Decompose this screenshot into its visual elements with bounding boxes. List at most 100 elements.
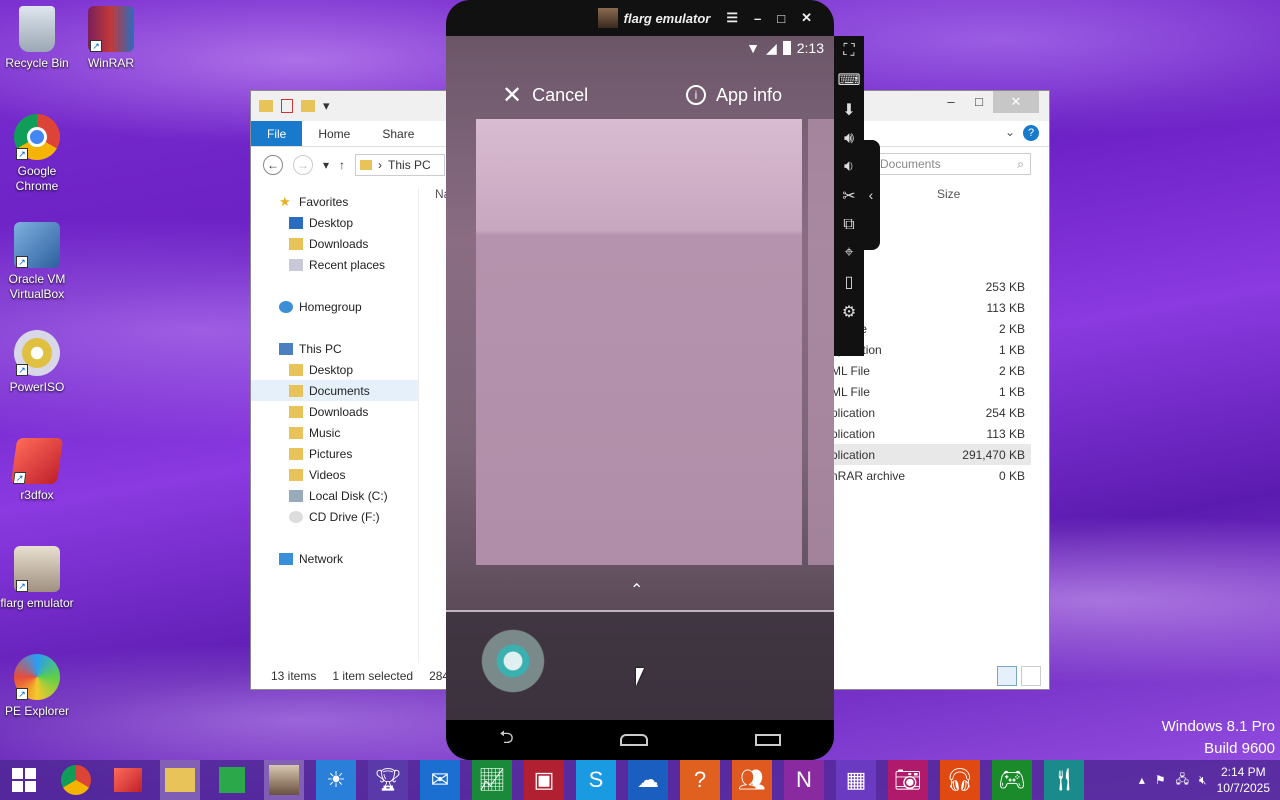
taskbar-weather[interactable]: ☀: [316, 760, 356, 800]
table-row[interactable]: nRAR archive 0 KB: [831, 465, 1031, 486]
nav-pc-local-disk[interactable]: Local Disk (C:): [251, 485, 418, 506]
taskbar-music[interactable]: 🎧︎: [940, 760, 980, 800]
new-folder-icon[interactable]: [301, 100, 315, 112]
settings-app-icon[interactable]: [478, 626, 548, 696]
taskbar-file-explorer[interactable]: [160, 760, 200, 800]
desktop-icon-pe-explorer[interactable]: ↗ PE Explorer: [0, 654, 74, 719]
forward-icon[interactable]: →: [293, 155, 313, 175]
network-icon[interactable]: 🖧︎: [1176, 770, 1189, 791]
desktop-icon-r3dfox[interactable]: ↗ r3dfox: [0, 438, 74, 503]
properties-icon[interactable]: [281, 99, 293, 113]
recent-locations-icon[interactable]: ▾: [323, 158, 329, 172]
taskbar-games[interactable]: 🏆︎: [368, 760, 408, 800]
show-hidden-icons-icon[interactable]: ▴: [1139, 773, 1145, 787]
settings-icon[interactable]: ⚙: [842, 302, 856, 322]
nav-pc-music[interactable]: Music: [251, 422, 418, 443]
taskbar-people[interactable]: 👥︎: [732, 760, 772, 800]
chevron-up-icon[interactable]: ⌃: [630, 580, 643, 600]
taskbar-news[interactable]: ▣: [524, 760, 564, 800]
home-icon[interactable]: [620, 734, 649, 746]
chevron-down-icon[interactable]: ⌄: [1005, 125, 1015, 139]
table-row[interactable]: plication 291,470 KB: [831, 444, 1031, 465]
desktop-icon-chrome[interactable]: ↗ Google Chrome: [0, 114, 74, 194]
menu-icon[interactable]: ☰: [726, 10, 738, 26]
search-input[interactable]: Documents ⌕: [873, 153, 1031, 175]
multi-instance-icon[interactable]: ⧉: [843, 216, 854, 234]
location-icon[interactable]: ⌖: [844, 244, 853, 262]
table-row[interactable]: ML File 2 KB: [831, 360, 1031, 381]
nav-pc-desktop[interactable]: Desktop: [251, 359, 418, 380]
nav-pc-pictures[interactable]: Pictures: [251, 443, 418, 464]
large-icons-view-icon[interactable]: [1021, 666, 1041, 686]
help-icon[interactable]: ?: [1023, 125, 1039, 141]
nav-item-recent-places[interactable]: Recent places: [251, 254, 418, 275]
volume-muted-icon[interactable]: 🔇︎: [1199, 773, 1207, 788]
maximize-button[interactable]: □: [965, 91, 993, 113]
desktop-icon-recycle-bin[interactable]: Recycle Bin: [0, 6, 74, 71]
taskbar-xbox-games[interactable]: 🎮︎: [992, 760, 1032, 800]
table-row[interactable]: ML File 1 KB: [831, 381, 1031, 402]
details-view-icon[interactable]: [997, 666, 1017, 686]
minimize-button[interactable]: –: [754, 11, 761, 26]
taskbar-help[interactable]: ?: [680, 760, 720, 800]
volume-down-icon[interactable]: 🔉︎: [844, 158, 854, 176]
taskbar-store[interactable]: [212, 760, 252, 800]
nav-item-downloads[interactable]: Downloads: [251, 233, 418, 254]
emulator-window[interactable]: flarg emulator ☰ – □ ✕ ▼ ◢ 2:13 ✕ Cancel…: [446, 0, 834, 760]
taskbar-r3dfox[interactable]: [108, 760, 148, 800]
taskbar-flarg-emulator[interactable]: [264, 760, 304, 800]
keyboard-icon[interactable]: ⌨: [837, 70, 860, 90]
collapse-sidebar-button[interactable]: ‹: [862, 140, 880, 250]
chevron-down-icon[interactable]: ▾: [323, 98, 330, 114]
back-icon[interactable]: ←: [263, 155, 283, 175]
nav-pc-cd-drive[interactable]: CD Drive (F:): [251, 506, 418, 527]
back-icon[interactable]: ⮌: [499, 725, 513, 755]
taskbar-finance[interactable]: 📈︎: [472, 760, 512, 800]
nav-pc-documents[interactable]: Documents: [251, 380, 418, 401]
nav-this-pc[interactable]: This PC: [251, 338, 418, 359]
nav-favorites[interactable]: ★ Favorites: [251, 191, 418, 212]
taskbar-calendar[interactable]: ▦: [836, 760, 876, 800]
desktop-icon-flarg-emulator[interactable]: ↗ flarg emulator: [0, 546, 74, 611]
taskbar-food[interactable]: 🍴︎: [1044, 760, 1084, 800]
close-button[interactable]: ✕: [801, 10, 812, 26]
volume-up-icon[interactable]: 🔊︎: [844, 130, 854, 148]
nav-homegroup[interactable]: Homegroup: [251, 296, 418, 317]
taskbar-mail[interactable]: ✉: [420, 760, 460, 800]
start-button[interactable]: [4, 760, 44, 800]
nav-network[interactable]: Network: [251, 548, 418, 569]
flag-icon[interactable]: ⚑: [1155, 773, 1166, 787]
recent-app-card-next[interactable]: [808, 119, 834, 565]
minimize-button[interactable]: –: [937, 91, 965, 113]
recent-apps-icon[interactable]: [754, 734, 781, 746]
taskbar-onedrive[interactable]: ☁: [628, 760, 668, 800]
address-box[interactable]: › This PC: [355, 154, 446, 176]
maximize-button[interactable]: □: [777, 11, 785, 26]
screenshot-scissors-icon[interactable]: ✂: [842, 186, 855, 206]
taskbar-chrome[interactable]: [56, 760, 96, 800]
tab-share[interactable]: Share: [366, 121, 430, 146]
taskbar-skype[interactable]: S: [576, 760, 616, 800]
close-button[interactable]: ✕: [993, 91, 1039, 113]
recent-app-card[interactable]: [476, 119, 802, 565]
table-row[interactable]: plication 254 KB: [831, 402, 1031, 423]
taskbar-onenote[interactable]: N: [784, 760, 824, 800]
android-screen[interactable]: ▼ ◢ 2:13 ✕ Cancel i App info ⌃: [446, 36, 834, 720]
shake-icon[interactable]: ▯: [845, 272, 854, 292]
tab-file[interactable]: File: [251, 121, 303, 146]
nav-pc-downloads[interactable]: Downloads: [251, 401, 418, 422]
tab-home[interactable]: Home: [302, 121, 366, 146]
taskbar-camera[interactable]: 📷︎: [888, 760, 928, 800]
table-row[interactable]: plication 113 KB: [831, 423, 1031, 444]
system-clock[interactable]: 2:14 PM 10/7/2025: [1217, 764, 1270, 796]
desktop-icon-virtualbox[interactable]: ↗ Oracle VM VirtualBox: [0, 222, 74, 302]
desktop-icon-winrar[interactable]: ↗ WinRAR: [74, 6, 148, 71]
app-info-button[interactable]: i App info: [685, 85, 782, 106]
nav-pc-videos[interactable]: Videos: [251, 464, 418, 485]
fullscreen-icon[interactable]: ⛶: [843, 42, 854, 60]
desktop-icon-poweriso[interactable]: ↗ PowerISO: [0, 330, 74, 395]
apk-install-icon[interactable]: ⬇: [842, 100, 855, 120]
nav-item-desktop[interactable]: Desktop: [251, 212, 418, 233]
up-icon[interactable]: ↑: [339, 158, 345, 172]
cancel-button[interactable]: ✕ Cancel: [502, 81, 588, 110]
